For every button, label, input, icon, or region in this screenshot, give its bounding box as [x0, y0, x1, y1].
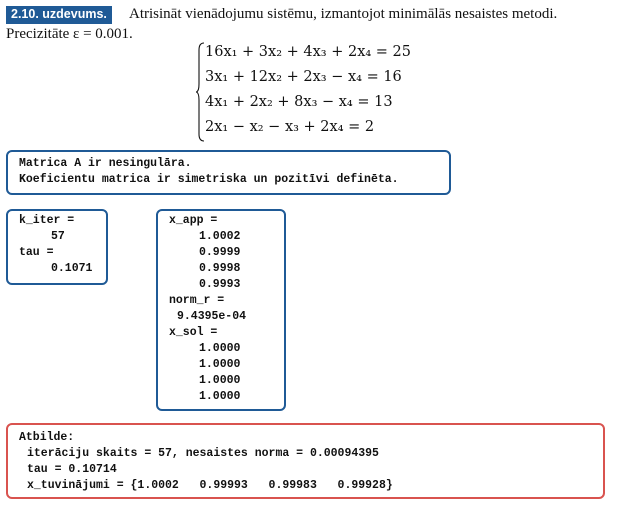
info-symmetric: Koeficientu matrica ir simetriska un poz… [19, 173, 399, 186]
answer-title: Atbilde: [19, 431, 75, 444]
info-nonsingular: Matrica A ir nesingulāra. [19, 157, 192, 170]
task-statement: Atrisināt vienādojumu sistēmu, izmantojo… [129, 6, 558, 22]
matrix-info-box: Matrica A ir nesingulāra. Koeficientu mat… [6, 150, 451, 195]
equation-2: 3x₁ + 12x₂ + 2x₃ − x₄ = 16 [205, 69, 402, 85]
x-app-label: x_app = [169, 214, 218, 227]
equation-3: 4x₁ + 2x₂ + 8x₃ − x₄ = 13 [205, 94, 393, 110]
x-sol-value: 1.0000 [199, 390, 241, 403]
answer-iterations: iterāciju skaits = 57, nesaistes norma =… [27, 447, 379, 460]
precision-statement: Precizitāte ε = 0.001. [6, 26, 133, 42]
answer-tau: tau = 0.10714 [27, 463, 117, 476]
answer-box: Atbilde: iterāciju skaits = 57, nesaistes… [6, 423, 605, 499]
x-app-value: 0.9998 [199, 262, 241, 275]
tau-label: tau = [19, 246, 54, 259]
tau-value: 0.1071 [51, 262, 93, 275]
equation-1: 16x₁ + 3x₂ + 4x₃ + 2x₄ = 25 [205, 44, 412, 60]
x-app-value: 1.0002 [199, 230, 241, 243]
norm-r-value: 9.4395e-04 [177, 310, 247, 323]
solution-box: x_app = 1.0002 0.9999 0.9998 0.9993 norm_r = 9… [156, 209, 286, 411]
x-app-value: 0.9999 [199, 246, 241, 259]
iteration-box: k_iter = 57 tau = 0.1071 [6, 209, 108, 285]
x-app-value: 0.9993 [199, 278, 241, 291]
equation-4: 2x₁ − x₂ − x₃ + 2x₄ = 2 [205, 119, 375, 135]
k-iter-value: 57 [51, 230, 65, 243]
norm-r-label: norm_r = [169, 294, 225, 307]
equation-system: 16x₁ + 3x₂ + 4x₃ + 2x₄ = 25 3x₁ + 12x₂ +… [196, 42, 411, 142]
x-sol-value: 1.0000 [199, 358, 241, 371]
x-sol-label: x_sol = [169, 326, 218, 339]
x-sol-value: 1.0000 [199, 374, 241, 387]
answer-approximations: x_tuvinājumi = {1.0002 0.99993 0.99983 0… [27, 479, 393, 492]
x-sol-value: 1.0000 [199, 342, 241, 355]
task-badge: 2.10. uzdevums. [6, 6, 112, 24]
k-iter-label: k_iter = [19, 214, 75, 227]
